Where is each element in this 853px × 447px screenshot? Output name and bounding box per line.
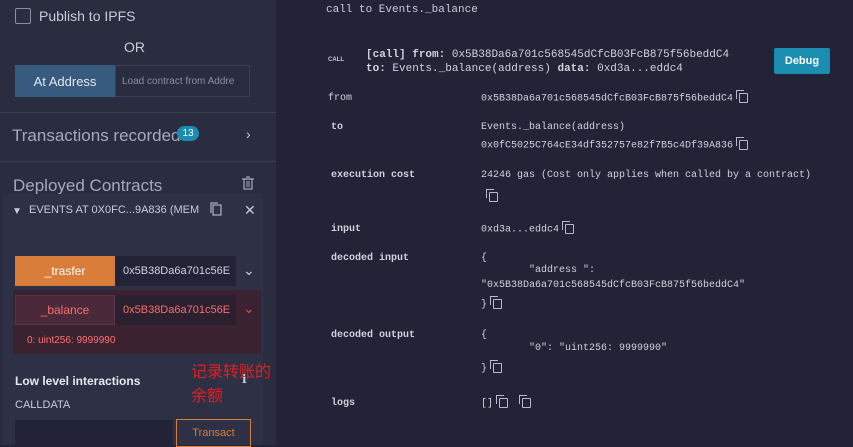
load-contract-input[interactable]: Load contract from Addre — [115, 65, 250, 97]
decoded-output-open: { — [481, 330, 488, 341]
decoded-output-close: } — [481, 360, 503, 375]
decoded-output-value: "0": "uint256: 9999990" — [529, 343, 668, 354]
chevron-down-icon[interactable]: ⌄ — [243, 300, 255, 317]
trash-icon[interactable] — [242, 176, 254, 195]
call-tag: CALL — [328, 57, 344, 63]
calldata-label: CALLDATA — [15, 399, 71, 411]
chevron-right-icon[interactable]: › — [246, 126, 251, 142]
row-val-input: 0xd3a...eddc4 — [481, 221, 575, 236]
call-summary: [call] from: 0x5B38Da6a701c568545dCfcB03… — [366, 49, 730, 75]
publish-ipfs-checkbox[interactable] — [15, 8, 31, 24]
row-key-logs: logs — [331, 398, 356, 409]
decoded-input-key: "address ": — [529, 265, 596, 276]
copy-icon[interactable] — [562, 221, 575, 234]
row-val-logs: [] — [481, 395, 532, 410]
transactions-recorded-title[interactable]: Transactions recorded — [12, 126, 181, 146]
row-key-to: to — [331, 122, 344, 133]
balance-button[interactable]: _balance — [15, 295, 115, 325]
row-val-to-function: Events._balance(address) — [481, 122, 626, 133]
divider — [0, 161, 276, 162]
row-val-execution-cost: 24246 gas (Cost only applies when called… — [481, 170, 812, 181]
divider — [0, 112, 276, 113]
row-key-from: from — [328, 93, 353, 104]
trasfer-button[interactable]: _trasfer — [15, 256, 115, 286]
copy-icon[interactable] — [490, 360, 503, 373]
chevron-down-icon[interactable]: ⌄ — [243, 262, 255, 279]
close-icon[interactable]: ✕ — [244, 202, 256, 219]
copy-icon[interactable] — [736, 137, 749, 150]
instance-title: EVENTS AT 0X0FC...9A836 (MEM — [29, 204, 200, 216]
call-description: call to Events._balance — [326, 4, 478, 16]
row-key-execution-cost: execution cost — [331, 170, 416, 181]
row-val-from: 0x5B38Da6a701c568545dCfcB03FcB875f56bedd… — [481, 90, 749, 105]
left-panel: Publish to IPFS OR At Address Load contr… — [0, 0, 276, 447]
copy-icon[interactable] — [486, 188, 498, 206]
publish-ipfs-label: Publish to IPFS — [39, 8, 136, 24]
debug-button[interactable]: Debug — [774, 48, 830, 74]
transactions-count-badge: 13 — [177, 126, 199, 141]
balance-output: 0: uint256: 9999990 — [27, 335, 116, 346]
panel-separator — [276, 0, 284, 445]
info-icon[interactable]: ℹ — [242, 372, 247, 386]
copy-icon[interactable] — [496, 395, 509, 408]
decoded-input-value: "0x5B38Da6a701c568545dCfcB03FcB875f56bed… — [481, 280, 746, 291]
row-key-input: input — [331, 224, 362, 235]
copy-icon[interactable] — [210, 202, 222, 221]
low-level-title: Low level interactions — [15, 374, 141, 388]
chevron-down-icon[interactable]: ▼ — [12, 206, 22, 217]
transact-button[interactable]: Transact — [176, 419, 251, 447]
row-key-decoded-output: decoded output — [331, 330, 416, 341]
balance-input[interactable]: 0x5B38Da6a701c56E — [115, 295, 236, 325]
terminal-panel: call to Events._balance CALL [call] from… — [284, 0, 853, 445]
trasfer-input[interactable]: 0x5B38Da6a701c56E — [115, 256, 236, 286]
row-val-to-address: 0x0fC5025C764cE34df352757e82f7B5c4Df39A8… — [481, 137, 749, 152]
or-label: OR — [124, 39, 145, 55]
decoded-input-close: } — [481, 296, 503, 311]
calldata-input[interactable] — [15, 420, 173, 445]
copy-icon[interactable] — [519, 395, 532, 408]
row-key-decoded-input: decoded input — [331, 253, 410, 264]
copy-icon[interactable] — [736, 90, 749, 103]
annotation-text: 记录转账的余额 — [191, 364, 272, 405]
copy-icon[interactable] — [490, 296, 503, 309]
deployed-contracts-title: Deployed Contracts — [13, 176, 163, 195]
at-address-button[interactable]: At Address — [15, 65, 115, 97]
decoded-input-open: { — [481, 253, 488, 264]
